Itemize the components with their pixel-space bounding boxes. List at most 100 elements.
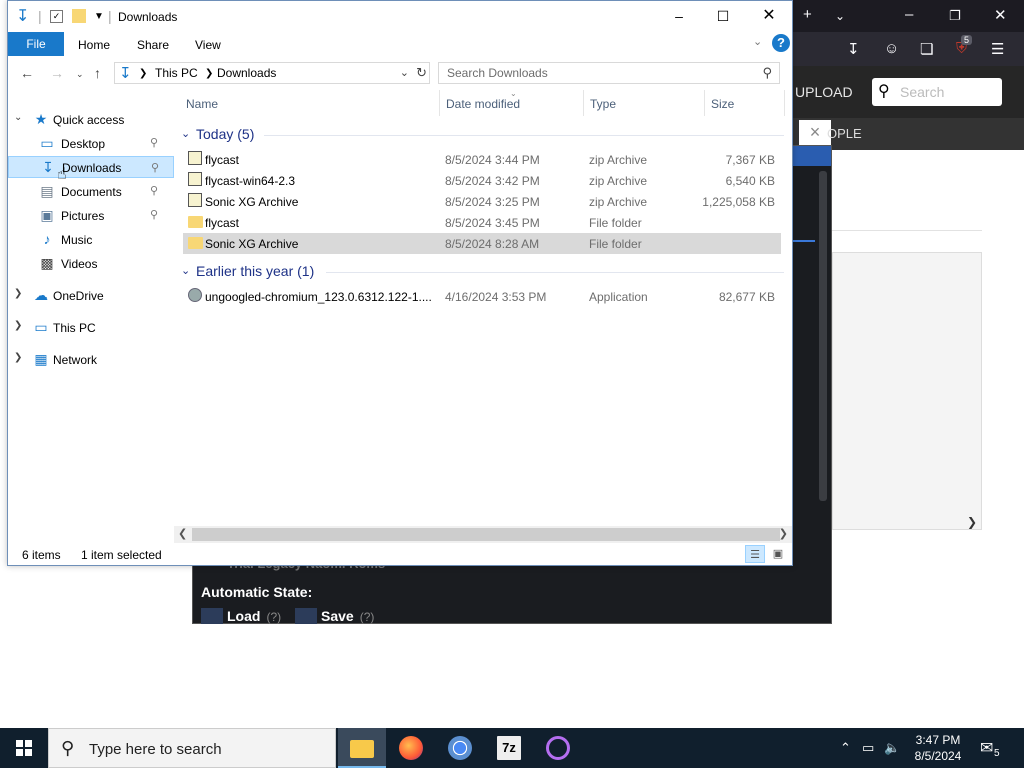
title-bar[interactable]: ↧ | ✓ ▼ | Downloads – ☐ ✕ bbox=[8, 1, 792, 32]
recent-locations-chevron-icon[interactable]: ⌄ bbox=[76, 69, 84, 80]
breadcrumb-this-pc[interactable]: This PC bbox=[155, 66, 198, 80]
large-icons-view-icon[interactable]: ▣ bbox=[768, 545, 788, 563]
menu-icon[interactable]: ☰ bbox=[991, 40, 1004, 58]
save-help[interactable]: (?) bbox=[360, 610, 375, 624]
breadcrumb-downloads[interactable]: Downloads bbox=[217, 66, 276, 80]
column-headers: Name ⌄ Date modified Type Size bbox=[174, 89, 792, 116]
downloads-icon: ↧ bbox=[42, 159, 54, 175]
scroll-left-icon[interactable]: ❮ bbox=[178, 527, 187, 540]
system-clock[interactable]: 3:47 PM 8/5/2024 bbox=[900, 732, 976, 764]
chevron-right-icon[interactable]: ❯ bbox=[14, 320, 22, 331]
save-checkbox[interactable] bbox=[295, 608, 317, 624]
load-state-button[interactable]: Load (?) bbox=[201, 608, 281, 624]
new-tab-icon[interactable]: + bbox=[803, 6, 812, 23]
properties-icon[interactable]: ✓ bbox=[50, 10, 63, 23]
tab-file[interactable]: File bbox=[8, 32, 64, 56]
chevron-down-icon[interactable]: ⌄ bbox=[14, 112, 22, 123]
forward-arrow-icon[interactable]: → bbox=[50, 65, 64, 81]
up-arrow-icon[interactable]: ↑ bbox=[94, 65, 101, 81]
column-separator[interactable] bbox=[439, 90, 440, 116]
file-row[interactable]: ungoogled-chromium_123.0.6312.122-1.... … bbox=[183, 286, 781, 307]
people-link[interactable]: OPLE bbox=[827, 126, 862, 141]
nav-item-pictures[interactable]: ▣ Pictures ⚲ bbox=[8, 204, 174, 226]
site-search-box[interactable]: ⚲ Search bbox=[872, 78, 1002, 106]
column-separator[interactable] bbox=[583, 90, 584, 116]
group-header-today[interactable]: ⌄ Today (5) bbox=[174, 124, 792, 146]
nav-item-desktop[interactable]: ▭ Desktop ⚲ bbox=[8, 132, 174, 154]
scroll-right-icon[interactable]: ❯ bbox=[779, 527, 788, 540]
7zip-taskbar-button[interactable]: 7z bbox=[485, 728, 533, 768]
close-button[interactable]: ✕ bbox=[746, 1, 792, 32]
file-row[interactable]: flycast 8/5/2024 3:44 PM zip Archive 7,3… bbox=[183, 149, 781, 170]
upload-link[interactable]: UPLOAD bbox=[795, 84, 853, 100]
load-help[interactable]: (?) bbox=[266, 610, 281, 624]
new-folder-icon[interactable] bbox=[72, 9, 86, 23]
tab-list-chevron-icon[interactable]: ⌄ bbox=[835, 9, 845, 23]
tab-share[interactable]: Share bbox=[137, 38, 169, 52]
notifications-icon[interactable]: ✉ bbox=[980, 738, 993, 758]
minimize-button[interactable]: – bbox=[656, 1, 702, 32]
horizontal-scrollbar[interactable]: ❮ ❯ bbox=[174, 526, 792, 543]
column-name[interactable]: Name bbox=[186, 97, 218, 111]
close-icon[interactable]: ✕ bbox=[994, 6, 1007, 24]
restore-icon[interactable]: ❐ bbox=[949, 8, 961, 24]
taskbar: ⚲ Type here to search 7z ⌃ ▭ 🔈 3:47 PM 8… bbox=[0, 728, 1024, 768]
taskbar-search-box[interactable]: ⚲ Type here to search bbox=[48, 728, 336, 768]
file-row[interactable]: flycast 8/5/2024 3:45 PM File folder bbox=[183, 212, 781, 233]
customize-toolbar-chevron-icon[interactable]: ▼ bbox=[94, 11, 104, 22]
file-row[interactable]: Sonic XG Archive 8/5/2024 3:25 PM zip Ar… bbox=[183, 191, 781, 212]
column-separator[interactable] bbox=[784, 90, 785, 116]
file-row[interactable]: flycast-win64-2.3 8/5/2024 3:42 PM zip A… bbox=[183, 170, 781, 191]
address-dropdown-chevron-icon[interactable]: ⌄ bbox=[400, 66, 409, 79]
search-box[interactable]: ⚲ bbox=[438, 62, 780, 84]
address-bar[interactable]: ↧ ❯ This PC ❯ Downloads ⌄ ↻ bbox=[114, 62, 430, 84]
help-button[interactable]: ? bbox=[772, 34, 790, 52]
search-input[interactable] bbox=[439, 63, 739, 83]
column-size[interactable]: Size bbox=[711, 97, 734, 111]
separator: | bbox=[108, 8, 112, 24]
computer-icon: ▭ bbox=[34, 319, 48, 335]
maximize-button[interactable]: ☐ bbox=[700, 1, 746, 32]
column-separator[interactable] bbox=[704, 90, 705, 116]
flycast-taskbar-button[interactable] bbox=[534, 728, 582, 768]
chevron-right-icon[interactable]: ❯ bbox=[14, 352, 22, 363]
chevron-right-icon[interactable]: ❯ bbox=[14, 288, 22, 299]
column-date-modified[interactable]: Date modified bbox=[446, 97, 520, 111]
downloads-icon[interactable]: ↧ bbox=[847, 40, 860, 58]
back-arrow-icon[interactable]: ← bbox=[20, 65, 34, 81]
extensions-icon[interactable]: ❏ bbox=[920, 40, 933, 58]
file-row-selected[interactable]: Sonic XG Archive 8/5/2024 8:28 AM File f… bbox=[183, 233, 781, 254]
nav-item-music[interactable]: ♪ Music bbox=[8, 228, 174, 250]
nav-item-onedrive[interactable]: ❯ ☁ OneDrive bbox=[8, 284, 174, 306]
chevron-down-icon[interactable]: ⌄ bbox=[181, 264, 190, 277]
show-hidden-icons-chevron-icon[interactable]: ⌃ bbox=[840, 740, 851, 756]
downloads-folder-icon: ↧ bbox=[119, 65, 132, 82]
firefox-taskbar-button[interactable] bbox=[387, 728, 435, 768]
nav-item-this-pc[interactable]: ❯ ▭ This PC bbox=[8, 316, 174, 338]
save-state-button[interactable]: Save (?) bbox=[295, 608, 374, 624]
details-view-icon[interactable]: ☰ bbox=[745, 545, 765, 563]
start-button[interactable] bbox=[0, 728, 48, 768]
chevron-down-icon[interactable]: ⌄ bbox=[181, 127, 190, 140]
nav-quick-access[interactable]: ⌄ ★ Quick access bbox=[8, 108, 174, 130]
nav-item-network[interactable]: ❯ ▦ Network bbox=[8, 348, 174, 370]
account-icon[interactable]: ☺ bbox=[884, 40, 899, 57]
nav-item-videos[interactable]: ▩ Videos bbox=[8, 252, 174, 274]
tab-view[interactable]: View bbox=[195, 38, 221, 52]
file-explorer-taskbar-button[interactable] bbox=[338, 728, 386, 768]
expand-ribbon-chevron-icon[interactable]: ⌄ bbox=[753, 35, 762, 48]
minimize-icon[interactable]: – bbox=[905, 6, 913, 23]
tab-home[interactable]: Home bbox=[78, 38, 110, 52]
scrollbar-thumb[interactable] bbox=[192, 528, 780, 541]
emulator-scrollbar[interactable] bbox=[819, 171, 827, 501]
nav-item-downloads[interactable]: ↧ Downloads ⚲ bbox=[8, 156, 174, 178]
load-checkbox[interactable] bbox=[201, 608, 223, 624]
group-header-earlier-this-year[interactable]: ⌄ Earlier this year (1) bbox=[174, 261, 792, 283]
nav-item-documents[interactable]: ▤ Documents ⚲ bbox=[8, 180, 174, 202]
refresh-icon[interactable]: ↻ bbox=[416, 65, 427, 81]
column-type[interactable]: Type bbox=[590, 97, 616, 111]
chevron-right-icon[interactable]: ❯ bbox=[967, 515, 977, 529]
volume-muted-icon[interactable]: 🔈 bbox=[884, 740, 900, 756]
chromium-taskbar-button[interactable] bbox=[436, 728, 484, 768]
network-icon[interactable]: ▭ bbox=[862, 740, 874, 756]
